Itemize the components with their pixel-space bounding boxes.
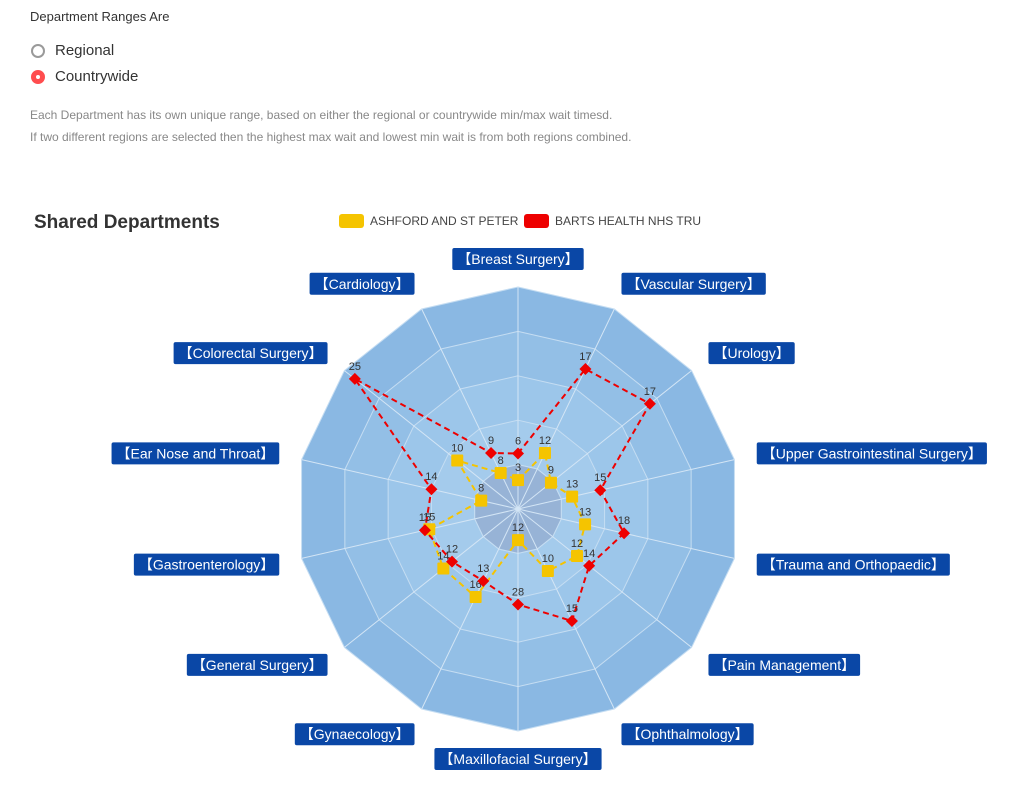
point-1-13	[494, 466, 507, 479]
data-label-2-5: 14	[583, 548, 595, 560]
data-label-2-11: 14	[425, 471, 437, 483]
axis-label-10: 【Gastroenterology】	[133, 553, 280, 576]
data-label-2-6: 15	[566, 603, 578, 615]
axis-label-3: 【Upper Gastrointestinal Surgery】	[756, 442, 987, 465]
data-label-1-0: 3	[515, 462, 521, 474]
axis-label-11: 【Ear Nose and Throat】	[111, 442, 280, 465]
axis-label-8: 【Gynaecology】	[294, 723, 415, 746]
point-1-6	[541, 565, 554, 578]
axis-label-text: 【Gastroenterology】	[139, 557, 274, 573]
data-label-2-10: 15	[419, 512, 431, 524]
axis-label-1: 【Vascular Surgery】	[621, 272, 766, 295]
axis-label-12: 【Colorectal Surgery】	[173, 342, 328, 365]
axis-label-5: 【Pain Management】	[708, 653, 861, 676]
data-label-1-11: 8	[478, 483, 484, 495]
data-label-2-0: 6	[515, 436, 521, 448]
axis-label-text: 【Trauma and Orthopaedic】	[762, 557, 945, 573]
axis-label-text: 【Ophthalmology】	[626, 726, 748, 742]
axis-label-4: 【Trauma and Orthopaedic】	[756, 553, 950, 576]
axis-label-6: 【Ophthalmology】	[621, 723, 754, 746]
axis-label-text: 【Urology】	[713, 345, 789, 361]
point-1-12	[451, 454, 464, 467]
point-1-0	[512, 474, 524, 487]
point-1-9	[437, 562, 450, 575]
data-label-2-8: 13	[477, 563, 489, 575]
axis-label-text: 【Vascular Surgery】	[626, 276, 760, 292]
axis-label-text: 【Gynaecology】	[300, 726, 410, 742]
axis-label-2: 【Urology】	[708, 342, 795, 365]
data-label-2-1: 17	[579, 351, 591, 363]
axis-label-13: 【Cardiology】	[309, 272, 415, 295]
data-label-1-6: 10	[542, 553, 554, 565]
data-label-2-7: 28	[512, 586, 524, 598]
data-label-2-13: 9	[488, 435, 494, 447]
axis-label-text: 【Maxillofacial Surgery】	[439, 751, 596, 767]
axis-label-text: 【Ear Nose and Throat】	[117, 445, 275, 461]
data-label-2-2: 17	[644, 386, 656, 398]
axis-label-text: 【General Surgery】	[192, 657, 323, 673]
axis-label-text: 【Cardiology】	[315, 276, 410, 292]
axis-label-9: 【General Surgery】	[186, 653, 328, 676]
axis-label-text: 【Upper Gastrointestinal Surgery】	[762, 445, 982, 461]
point-1-3	[566, 490, 579, 503]
point-1-8	[469, 591, 482, 604]
data-label-2-12: 25	[349, 361, 361, 373]
point-1-4	[579, 518, 592, 531]
point-1-1	[538, 446, 551, 459]
data-label-1-4: 13	[579, 506, 591, 518]
data-label-2-9: 12	[446, 544, 458, 556]
axis-label-text: 【Breast Surgery】	[457, 251, 578, 267]
point-1-2	[544, 476, 557, 489]
data-label-1-2: 9	[548, 465, 554, 477]
data-label-1-5: 12	[571, 538, 583, 550]
data-label-1-7: 12	[512, 522, 524, 534]
point-1-5	[571, 550, 584, 563]
data-label-1-1: 12	[539, 435, 551, 447]
data-label-2-4: 18	[618, 515, 630, 527]
axis-label-7: 【Maxillofacial Surgery】	[434, 748, 602, 770]
axis-label-text: 【Pain Management】	[713, 657, 855, 673]
axis-label-text: 【Colorectal Surgery】	[179, 345, 323, 361]
point-1-11	[475, 494, 488, 507]
axis-label-0: 【Breast Surgery】	[452, 248, 584, 270]
data-label-1-3: 13	[566, 479, 578, 491]
data-label-1-12: 10	[451, 443, 463, 455]
data-label-2-3: 15	[594, 472, 606, 484]
point-1-7	[512, 534, 524, 547]
data-label-1-13: 8	[498, 455, 504, 467]
radar-chart: 3129131312101216141581086171715181415281…	[111, 248, 987, 770]
